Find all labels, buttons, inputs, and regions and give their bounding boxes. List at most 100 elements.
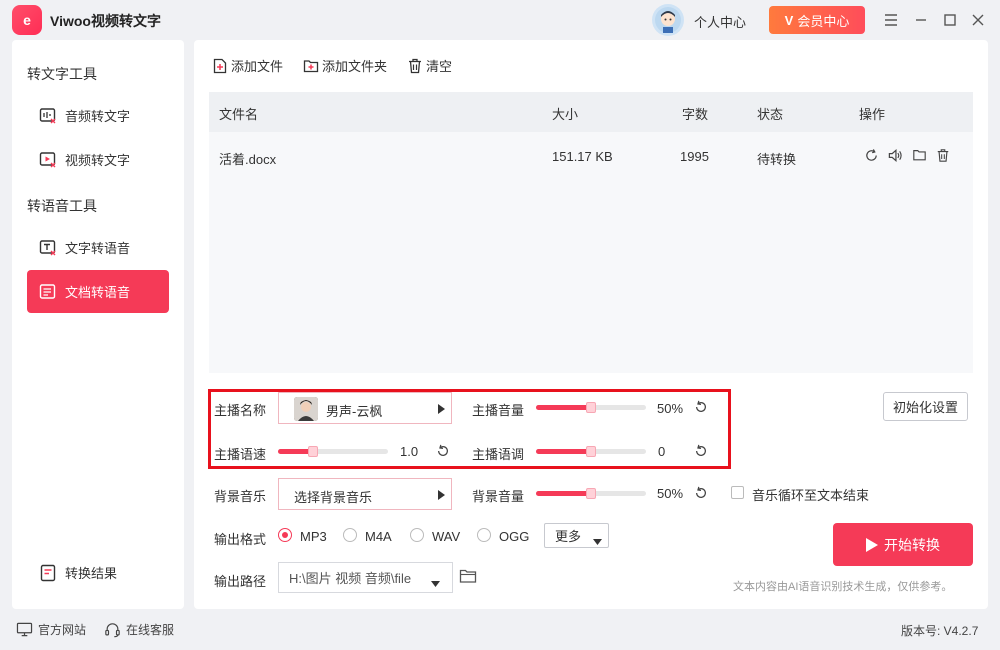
- output-path-select[interactable]: H:\图片 视频 音频\file: [278, 562, 453, 593]
- caret-down-icon: [593, 533, 602, 548]
- delete-icon[interactable]: [934, 146, 952, 164]
- vip-center-button[interactable]: V 会员中心: [769, 6, 865, 34]
- add-file-button[interactable]: 添加文件: [212, 56, 283, 75]
- minimize-icon[interactable]: [911, 10, 931, 30]
- column-header-size: 大小: [552, 107, 579, 122]
- add-folder-icon: [303, 59, 319, 72]
- app-logo-text: e: [23, 12, 31, 28]
- sidebar-section-to-text: 转文字工具: [27, 66, 97, 82]
- add-folder-button[interactable]: 添加文件夹: [303, 56, 387, 75]
- sidebar-item-text-to-speech[interactable]: 文字转语音: [27, 226, 169, 269]
- clear-label: 清空: [426, 59, 453, 74]
- slider-knob[interactable]: [586, 488, 596, 499]
- loop-label: 音乐循环至文本结束: [752, 488, 870, 503]
- slider-knob[interactable]: [308, 446, 318, 457]
- loop-checkbox[interactable]: [731, 486, 744, 499]
- disclaimer-text: 文本内容由AI语音识别技术生成，仅供参考。: [733, 581, 953, 593]
- maximize-icon[interactable]: [940, 10, 960, 30]
- anchor-volume-value: 50%: [657, 401, 684, 416]
- vip-center-label: 会员中心: [797, 13, 850, 29]
- menu-icon[interactable]: [881, 10, 901, 30]
- bg-music-select[interactable]: 选择背景音乐: [278, 478, 452, 510]
- cell-filename: 活着.docx: [219, 152, 277, 167]
- format-label-m4a: M4A: [365, 529, 392, 544]
- column-header-actions: 操作: [859, 107, 886, 122]
- results-icon: [39, 564, 57, 582]
- refresh-icon[interactable]: [862, 146, 880, 164]
- trash-icon: [409, 58, 421, 73]
- browse-folder-icon[interactable]: [459, 568, 477, 587]
- reset-icon[interactable]: [693, 399, 709, 415]
- title-bar: e Viwoo视频转文字 个人中心 V 会员中心: [0, 0, 1000, 40]
- anchor-volume-slider[interactable]: [536, 402, 646, 413]
- monitor-icon: [16, 622, 33, 637]
- sidebar-item-video-to-text[interactable]: 视频转文字: [27, 138, 169, 181]
- clear-button[interactable]: 清空: [407, 56, 452, 75]
- anchor-avatar: [294, 397, 318, 421]
- sidebar-item-doc-to-speech[interactable]: 文档转语音: [27, 270, 169, 313]
- sidebar-section-to-speech: 转语音工具: [27, 198, 97, 214]
- video-text-icon: [39, 151, 57, 169]
- file-table: 文件名 大小 字数 状态 操作 活着.docx 151.17 KB 1995 待…: [209, 92, 973, 373]
- format-radio-mp3[interactable]: [278, 528, 292, 542]
- format-radio-ogg[interactable]: [477, 528, 491, 542]
- reset-icon[interactable]: [693, 485, 709, 501]
- doc-speech-icon: [39, 283, 57, 301]
- online-service-label: 在线客服: [126, 623, 175, 637]
- official-website-link[interactable]: 官方网站: [16, 621, 86, 638]
- sidebar-item-label: 音频转文字: [65, 109, 131, 124]
- official-website-label: 官方网站: [38, 623, 87, 637]
- table-header: 文件名 大小 字数 状态 操作: [209, 92, 973, 132]
- slider-knob[interactable]: [586, 402, 596, 413]
- app-logo: e: [12, 5, 42, 35]
- sidebar-item-label: 视频转文字: [65, 153, 131, 168]
- triangle-right-icon: [438, 402, 445, 417]
- cell-words: 1995: [680, 149, 709, 164]
- cell-size: 151.17 KB: [552, 149, 613, 164]
- triangle-right-icon: [438, 488, 445, 503]
- format-label-mp3: MP3: [300, 529, 327, 544]
- user-center-link[interactable]: 个人中心: [694, 12, 746, 31]
- caret-down-icon: [431, 575, 440, 590]
- user-avatar[interactable]: [652, 4, 684, 36]
- bg-volume-slider[interactable]: [536, 488, 646, 499]
- bg-music-label: 背景音乐: [214, 489, 267, 504]
- more-formats-select[interactable]: 更多: [544, 523, 609, 548]
- reset-icon[interactable]: [435, 443, 451, 459]
- output-path-value: H:\图片 视频 音频\file: [289, 571, 412, 586]
- format-radio-m4a[interactable]: [343, 528, 357, 542]
- anchor-speed-value: 1.0: [400, 444, 419, 459]
- sidebar-item-results[interactable]: 转换结果: [27, 551, 169, 594]
- folder-icon[interactable]: [910, 146, 928, 164]
- column-header-filename: 文件名: [219, 107, 259, 122]
- sidebar-item-label: 文字转语音: [65, 241, 131, 256]
- text-speech-icon: [39, 239, 57, 257]
- add-folder-label: 添加文件夹: [322, 59, 388, 74]
- audio-text-icon: [39, 107, 57, 125]
- slider-fill: [536, 491, 591, 496]
- anchor-volume-label: 主播音量: [472, 403, 525, 418]
- init-settings-button[interactable]: 初始化设置: [883, 392, 968, 421]
- column-header-words: 字数: [682, 107, 709, 122]
- bg-music-value: 选择背景音乐: [294, 490, 373, 505]
- output-format-label: 输出格式: [214, 532, 267, 547]
- anchor-tone-slider[interactable]: [536, 446, 646, 457]
- app-title: Viwoo视频转文字: [50, 13, 161, 29]
- anchor-tone-value: 0: [658, 444, 666, 459]
- slider-knob[interactable]: [586, 446, 596, 457]
- column-header-status: 状态: [757, 107, 784, 122]
- online-service-link[interactable]: 在线客服: [104, 621, 174, 638]
- anchor-speed-slider[interactable]: [278, 446, 388, 457]
- reset-icon[interactable]: [693, 443, 709, 459]
- anchor-tone-label: 主播语调: [472, 447, 525, 462]
- sidebar-item-audio-to-text[interactable]: 音频转文字: [27, 94, 169, 137]
- add-file-icon: [213, 58, 227, 73]
- sidebar-item-label: 转换结果: [65, 566, 118, 581]
- close-icon[interactable]: [968, 10, 988, 30]
- format-radio-wav[interactable]: [410, 528, 424, 542]
- start-convert-button[interactable]: 开始转换: [833, 523, 973, 566]
- anchor-name-select[interactable]: 男声-云枫: [278, 392, 452, 424]
- cell-status: 待转换: [757, 152, 797, 167]
- format-label-wav: WAV: [432, 529, 461, 544]
- speaker-icon[interactable]: [886, 146, 904, 164]
